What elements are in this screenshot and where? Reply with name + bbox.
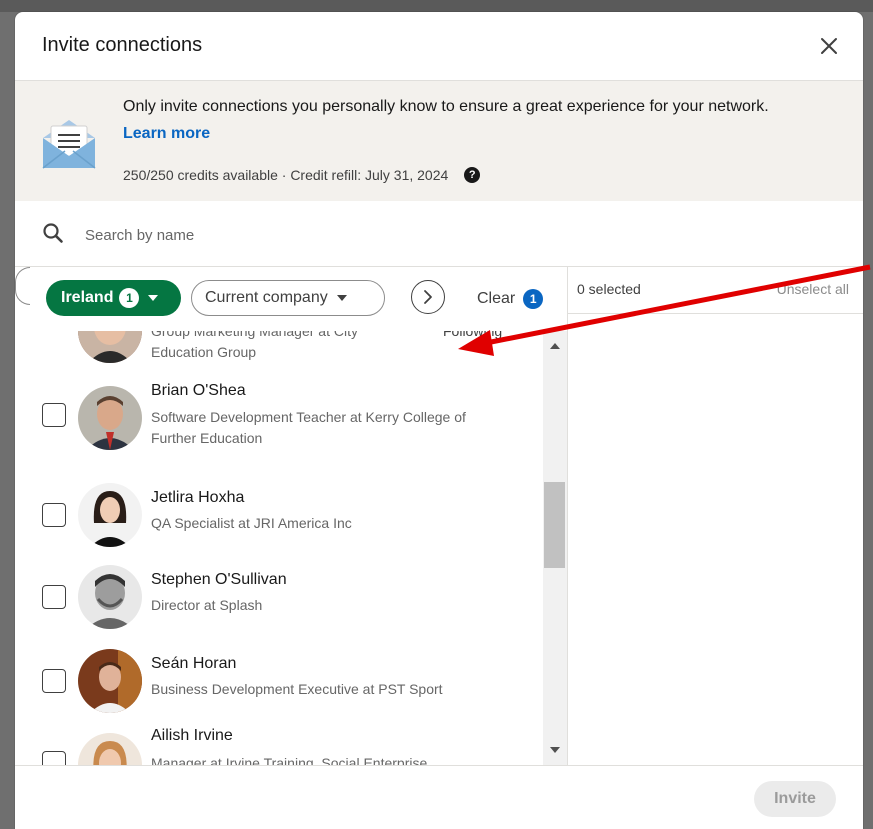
filter-bar: Ireland 1 Current company Clear 1 [15, 267, 567, 331]
learn-more-link[interactable]: Learn more [123, 125, 210, 142]
envelope-icon [41, 118, 97, 175]
select-checkbox[interactable] [42, 751, 66, 765]
location-filter-label: Ireland [61, 289, 114, 306]
notice-text: Only invite connections you personally k… [123, 93, 813, 147]
list-item[interactable]: Stephen O'Sullivan Director at Splash [15, 563, 543, 643]
selected-header: 0 selected Unselect all [568, 267, 863, 314]
caret-down-icon [336, 295, 347, 301]
caret-down-icon [148, 295, 159, 301]
dialog-header: Invite connections [15, 12, 863, 81]
connection-headline: Manager at Irvine Training, Social Enter… [151, 755, 428, 765]
connection-name[interactable]: Jetlira Hoxha [151, 489, 244, 507]
scroll-filters-right-button[interactable] [411, 280, 445, 314]
connection-name[interactable]: Stephen O'Sullivan [151, 571, 287, 589]
location-filter-count: 1 [119, 288, 140, 308]
close-icon [821, 38, 837, 54]
credits-info: 250/250 credits available · Credit refil… [123, 167, 481, 183]
avatar [78, 386, 142, 450]
selected-count: 0 selected [577, 281, 641, 297]
clear-count-badge: 1 [523, 289, 544, 309]
scroll-up-arrow-icon[interactable] [550, 343, 560, 349]
location-filter-ireland[interactable]: Ireland 1 [46, 280, 181, 316]
next-filter-pill[interactable] [15, 267, 30, 305]
list-item[interactable]: Jetlira Hoxha QA Specialist at JRI Ameri… [15, 481, 543, 561]
credits-text: 250/250 credits available · Credit refil… [123, 167, 449, 183]
select-checkbox[interactable] [42, 669, 66, 693]
search-icon [43, 223, 63, 243]
select-checkbox[interactable] [42, 585, 66, 609]
list-item[interactable]: Brian O'Shea Software Development Teache… [15, 381, 543, 471]
list-item: Group Marketing Manager at City Educatio… [15, 331, 543, 381]
connection-headline-line2: Education Group [151, 344, 257, 360]
list-item[interactable]: Ailish Irvine Manager at Irvine Training… [15, 727, 543, 765]
current-company-label: Current company [205, 289, 328, 306]
connection-name[interactable]: Ailish Irvine [151, 727, 233, 745]
avatar [78, 483, 142, 547]
avatar [78, 331, 142, 363]
close-button[interactable] [815, 32, 843, 60]
clear-label: Clear [477, 290, 516, 307]
search-bar [15, 202, 863, 267]
invite-button[interactable]: Invite [754, 781, 836, 817]
scrollbar-thumb[interactable] [544, 482, 565, 568]
avatar [78, 733, 142, 765]
following-label: Following [443, 331, 503, 339]
list-item[interactable]: Seán Horan Business Development Executiv… [15, 645, 543, 725]
connection-name[interactable]: Brian O'Shea [151, 382, 246, 400]
selected-pane: 0 selected Unselect all [568, 267, 863, 765]
dialog-footer: Invite [15, 765, 863, 829]
connection-name[interactable]: Seán Horan [151, 655, 236, 673]
search-input[interactable] [83, 222, 787, 248]
avatar [78, 565, 142, 629]
current-company-filter[interactable]: Current company [191, 280, 385, 316]
connection-headline: Director at Splash [151, 597, 263, 613]
connection-headline: Software Development Teacher at Kerry Co… [151, 409, 466, 446]
avatar [78, 649, 142, 713]
invite-connections-dialog: Invite connections Only invite connectio… [15, 12, 863, 829]
dialog-title: Invite connections [42, 34, 203, 56]
select-checkbox[interactable] [42, 403, 66, 427]
list-scrollbar[interactable] [543, 331, 567, 765]
connections-list: Group Marketing Manager at City Educatio… [15, 331, 543, 765]
unselect-all-button[interactable]: Unselect all [777, 281, 849, 297]
select-checkbox[interactable] [42, 503, 66, 527]
connections-pane: Ireland 1 Current company Clear 1 Group … [15, 267, 568, 765]
page-backdrop [0, 0, 873, 12]
connection-headline: QA Specialist at JRI America Inc [151, 515, 352, 531]
scroll-down-arrow-icon[interactable] [550, 747, 560, 753]
chevron-right-icon [424, 290, 432, 304]
connection-headline: Business Development Executive at PST Sp… [151, 681, 443, 697]
clear-filters-button[interactable]: Clear 1 [477, 289, 544, 309]
invite-notice-banner: Only invite connections you personally k… [15, 81, 863, 201]
notice-message: Only invite connections you personally k… [123, 98, 769, 115]
help-icon[interactable]: ? [464, 167, 481, 183]
